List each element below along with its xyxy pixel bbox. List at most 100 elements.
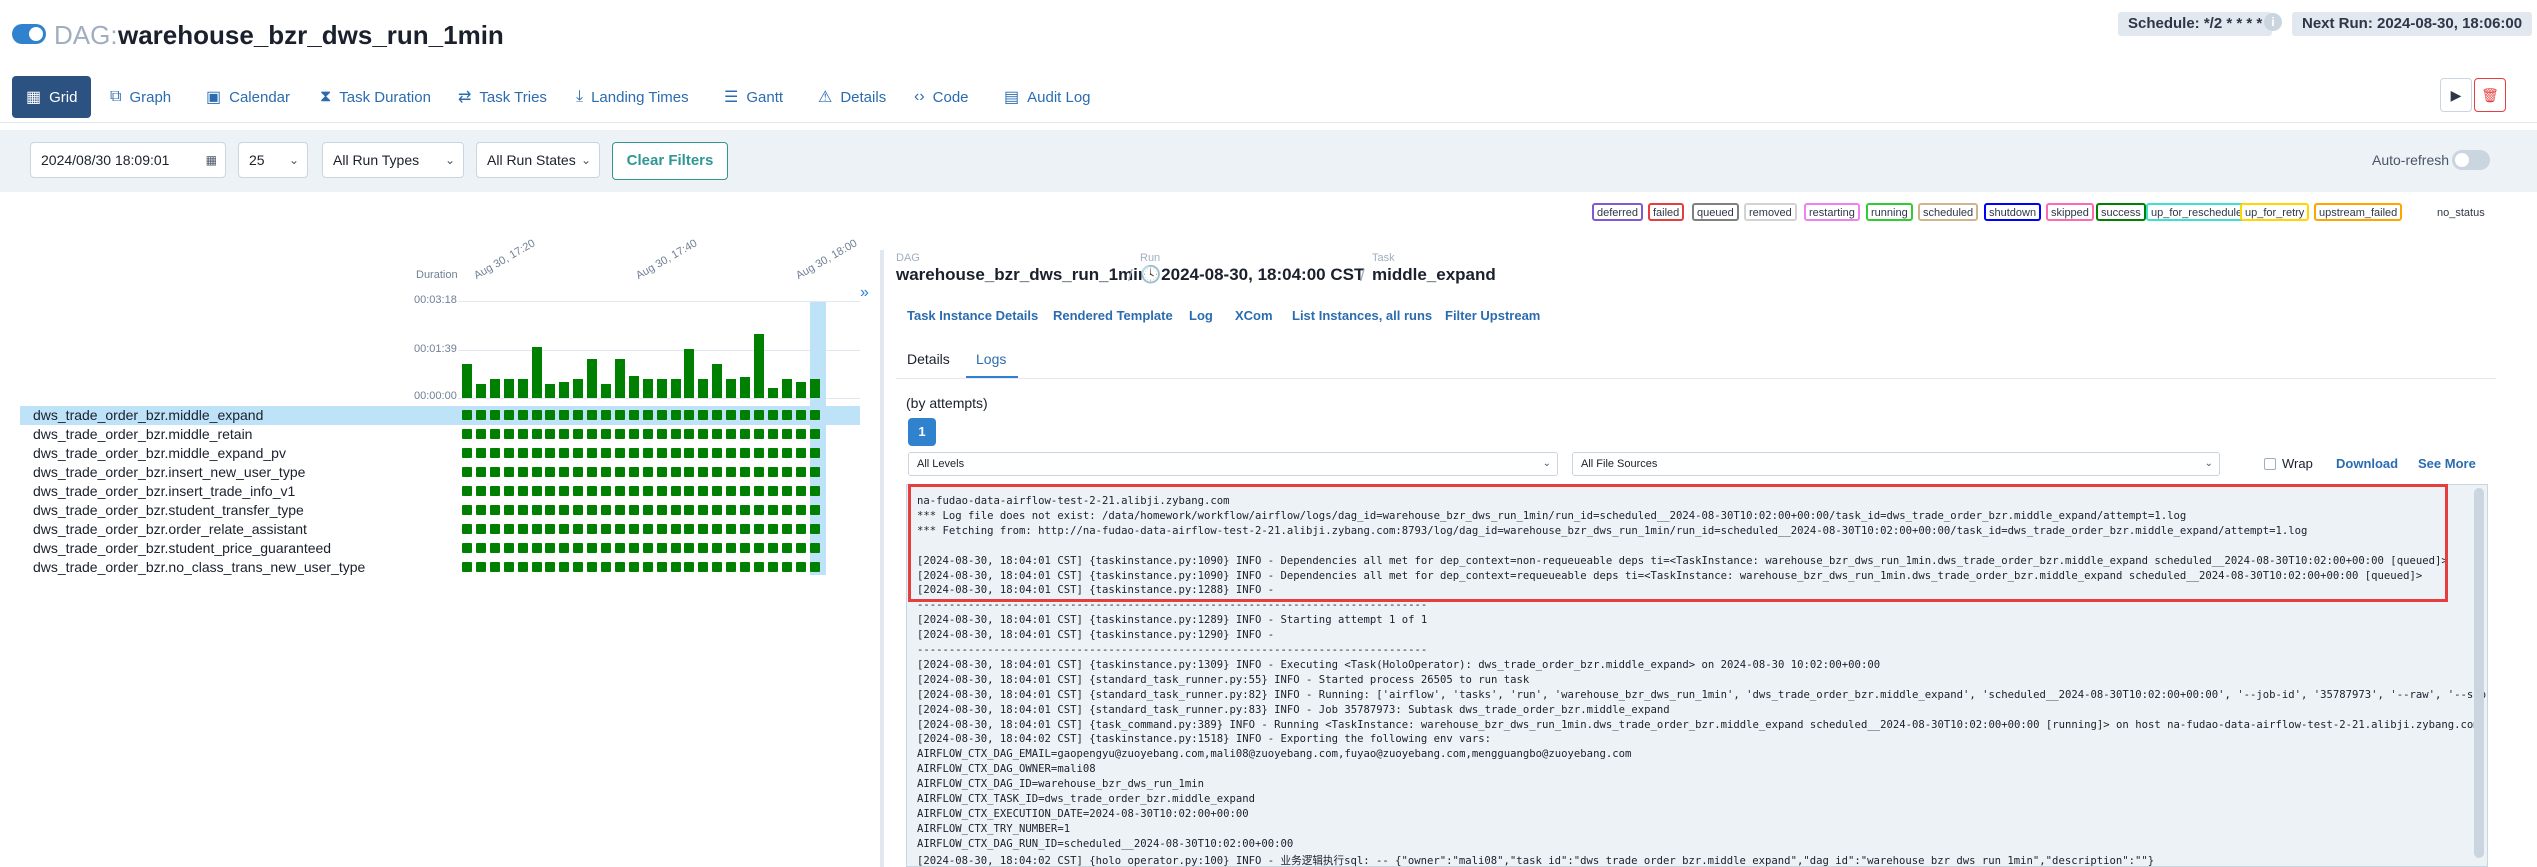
- task-instance-cell[interactable]: [503, 467, 514, 477]
- task-instance-cell[interactable]: [753, 543, 764, 553]
- task-instance-cell[interactable]: [781, 429, 792, 439]
- legend-restarting[interactable]: restarting: [1804, 203, 1860, 221]
- duration-bar[interactable]: [670, 379, 681, 398]
- task-instance-cell[interactable]: [503, 543, 514, 553]
- duration-bar[interactable]: [559, 382, 570, 398]
- task-instance-cell[interactable]: [489, 524, 500, 534]
- log-scrollbar[interactable]: [2474, 488, 2484, 858]
- task-instance-cell[interactable]: [614, 467, 625, 477]
- task-instance-cell[interactable]: [489, 448, 500, 458]
- task-instance-cell[interactable]: [628, 429, 639, 439]
- task-instance-cell[interactable]: [559, 467, 570, 477]
- task-instance-cell[interactable]: [489, 429, 500, 439]
- duration-bar[interactable]: [545, 384, 556, 398]
- task-instance-cell[interactable]: [781, 524, 792, 534]
- task-instance-cell[interactable]: [656, 448, 667, 458]
- task-instance-cell[interactable]: [753, 429, 764, 439]
- task-instance-cell[interactable]: [656, 486, 667, 496]
- task-instance-cell[interactable]: [712, 524, 723, 534]
- task-instance-cell[interactable]: [684, 448, 695, 458]
- task-instance-cell[interactable]: [753, 562, 764, 572]
- task-instance-cell[interactable]: [712, 562, 723, 572]
- tab-details[interactable]: ⚠ Details: [818, 76, 886, 118]
- run-types-select[interactable]: All Run Types ⌄: [322, 142, 464, 178]
- task-instance-cell[interactable]: [573, 543, 584, 553]
- task-instance-cell[interactable]: [545, 524, 556, 534]
- task-instance-cell[interactable]: [684, 505, 695, 515]
- task-instance-cell[interactable]: [573, 524, 584, 534]
- task-instance-cell[interactable]: [642, 448, 653, 458]
- breadcrumb-task[interactable]: middle_expand: [1372, 265, 1496, 285]
- task-instance-cell[interactable]: [767, 562, 778, 572]
- task-instance-cell[interactable]: [684, 467, 695, 477]
- task-instance-cell[interactable]: [601, 486, 611, 496]
- task-instance-cell[interactable]: [462, 448, 472, 458]
- task-instance-cell[interactable]: [698, 486, 709, 496]
- task-instance-cell[interactable]: [475, 467, 486, 477]
- task-instance-cell[interactable]: [489, 486, 500, 496]
- task-instance-cell[interactable]: [726, 429, 737, 439]
- duration-bar[interactable]: [531, 346, 542, 398]
- task-instance-cell[interactable]: [670, 486, 681, 496]
- task-instance-cell[interactable]: [628, 524, 639, 534]
- task-instance-cell[interactable]: [781, 562, 792, 572]
- task-instance-cell[interactable]: [614, 562, 625, 572]
- task-instance-cell[interactable]: [712, 486, 723, 496]
- task-instance-cell[interactable]: [475, 562, 486, 572]
- duration-bar[interactable]: [475, 384, 486, 398]
- duration-bar[interactable]: [656, 379, 667, 398]
- task-instance-cell[interactable]: [559, 486, 570, 496]
- task-instance-cell[interactable]: [462, 543, 472, 553]
- task-instance-cell[interactable]: [767, 467, 778, 477]
- breadcrumb-dag[interactable]: warehouse_bzr_dws_run_1min: [896, 265, 1148, 285]
- task-instance-cell[interactable]: [531, 467, 542, 477]
- task-instance-cell[interactable]: [614, 429, 625, 439]
- tab-code[interactable]: ‹› Code: [914, 76, 969, 118]
- task-instance-cell[interactable]: [517, 410, 528, 420]
- task-instance-cell[interactable]: [545, 448, 556, 458]
- duration-bar[interactable]: [767, 388, 778, 398]
- task-instance-cell[interactable]: [573, 410, 584, 420]
- task-instance-cell[interactable]: [587, 448, 598, 458]
- task-instance-cell[interactable]: [573, 505, 584, 515]
- task-instance-cell[interactable]: [628, 562, 639, 572]
- task-instance-cell[interactable]: [628, 448, 639, 458]
- task-instance-cell[interactable]: [628, 410, 639, 420]
- task-instance-cell[interactable]: [809, 562, 820, 572]
- task-instance-cell[interactable]: [628, 467, 639, 477]
- task-instance-cell[interactable]: [795, 505, 806, 515]
- task-instance-cell[interactable]: [781, 543, 792, 553]
- task-instance-cell[interactable]: [740, 543, 750, 553]
- task-instance-cell[interactable]: [531, 429, 542, 439]
- task-instance-cell[interactable]: [531, 486, 542, 496]
- duration-bar[interactable]: [628, 375, 639, 398]
- task-instance-cell[interactable]: [795, 429, 806, 439]
- task-instance-cell[interactable]: [614, 410, 625, 420]
- task-instance-cell[interactable]: [767, 524, 778, 534]
- link-xcom[interactable]: XCom: [1235, 308, 1273, 323]
- task-instance-cell[interactable]: [712, 467, 723, 477]
- task-instance-cell[interactable]: [517, 543, 528, 553]
- task-instance-cell[interactable]: [670, 524, 681, 534]
- task-instance-cell[interactable]: [531, 543, 542, 553]
- task-instance-cell[interactable]: [573, 467, 584, 477]
- tab-landing-times[interactable]: ⤓ Landing Times: [576, 76, 689, 118]
- task-instance-cell[interactable]: [795, 448, 806, 458]
- task-instance-cell[interactable]: [601, 524, 611, 534]
- task-instance-cell[interactable]: [503, 429, 514, 439]
- legend-skipped[interactable]: skipped: [2046, 203, 2094, 221]
- legend-no-status[interactable]: no_status: [2432, 203, 2490, 221]
- task-instance-cell[interactable]: [531, 524, 542, 534]
- task-instance-cell[interactable]: [475, 524, 486, 534]
- legend-shutdown[interactable]: shutdown: [1984, 203, 2042, 221]
- task-instance-cell[interactable]: [684, 410, 695, 420]
- task-instance-cell[interactable]: [587, 524, 598, 534]
- download-link[interactable]: Download: [2336, 456, 2398, 471]
- task-instance-cell[interactable]: [698, 448, 709, 458]
- task-instance-cell[interactable]: [587, 429, 598, 439]
- task-instance-cell[interactable]: [503, 505, 514, 515]
- task-instance-cell[interactable]: [656, 410, 667, 420]
- task-instance-cell[interactable]: [670, 562, 681, 572]
- tab-calendar[interactable]: ▣ Calendar: [206, 76, 290, 118]
- task-instance-cell[interactable]: [642, 486, 653, 496]
